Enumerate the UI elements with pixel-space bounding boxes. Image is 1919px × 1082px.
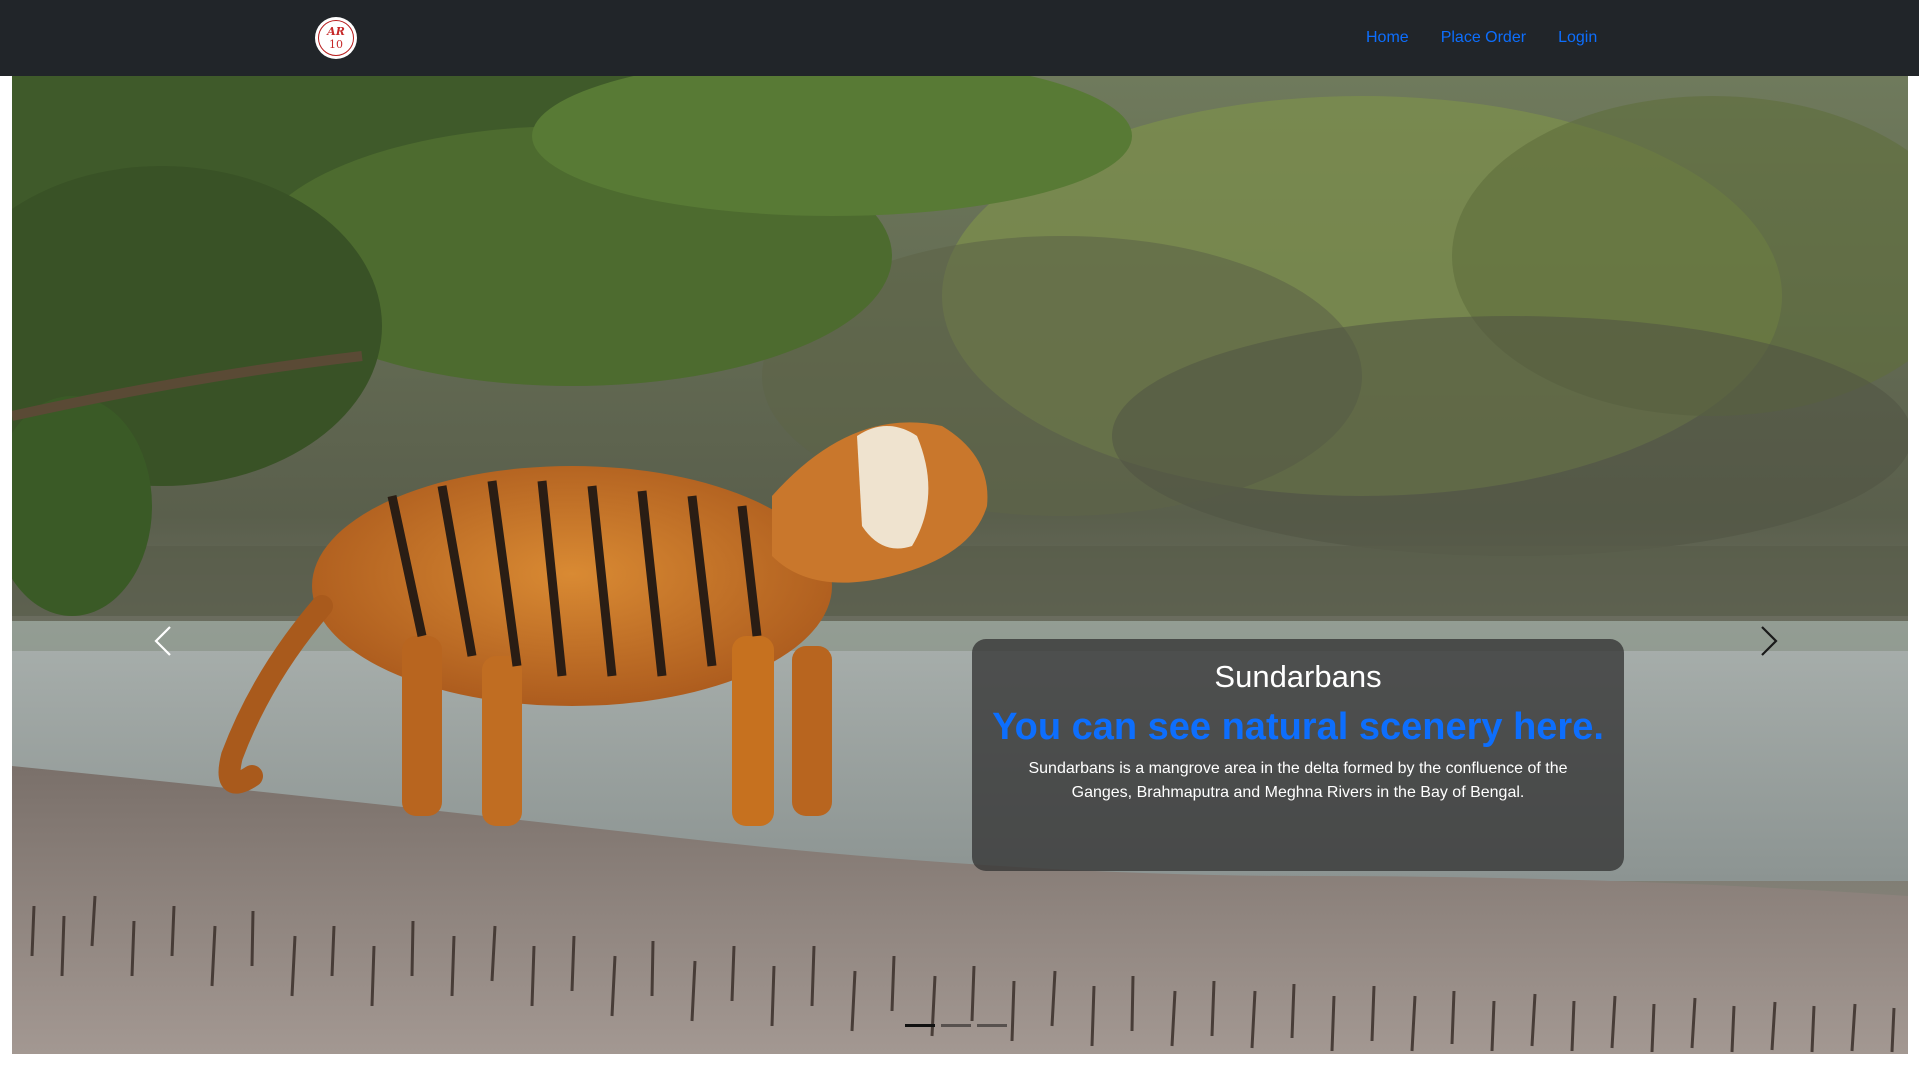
caption-description: Sundarbans is a mangrove area in the del…	[1028, 760, 1568, 801]
carousel-indicator-1[interactable]	[905, 1024, 935, 1027]
nav-link-home[interactable]: Home	[1350, 29, 1425, 47]
logo-emblem: AR 10	[318, 20, 354, 56]
brand-logo[interactable]: AR 10	[315, 17, 357, 59]
nav-menu: Home Place Order Login	[1350, 0, 1613, 76]
nav-link-login[interactable]: Login	[1542, 29, 1613, 47]
chevron-right-icon	[1761, 626, 1778, 656]
navbar: AR 10 Home Place Order Login	[0, 0, 1919, 76]
carousel-caption: Sundarbans You can see natural scenery h…	[972, 639, 1624, 871]
caption-subtitle: You can see natural scenery here.	[992, 706, 1604, 748]
carousel-indicators	[905, 1024, 1007, 1027]
chevron-left-icon	[154, 626, 171, 656]
carousel-prev-button[interactable]	[143, 614, 183, 668]
logo-text-top: AR	[327, 25, 345, 38]
carousel-indicator-3[interactable]	[977, 1024, 1007, 1027]
nav-link-place-order[interactable]: Place Order	[1425, 29, 1542, 47]
caption-title: Sundarbans	[1214, 659, 1382, 694]
carousel-indicator-2[interactable]	[941, 1024, 971, 1027]
logo-text-bottom: 10	[329, 38, 343, 51]
carousel-slide-image	[12, 76, 1908, 1054]
hero-carousel: Sundarbans You can see natural scenery h…	[12, 76, 1908, 1054]
carousel-next-button[interactable]	[1749, 614, 1789, 668]
